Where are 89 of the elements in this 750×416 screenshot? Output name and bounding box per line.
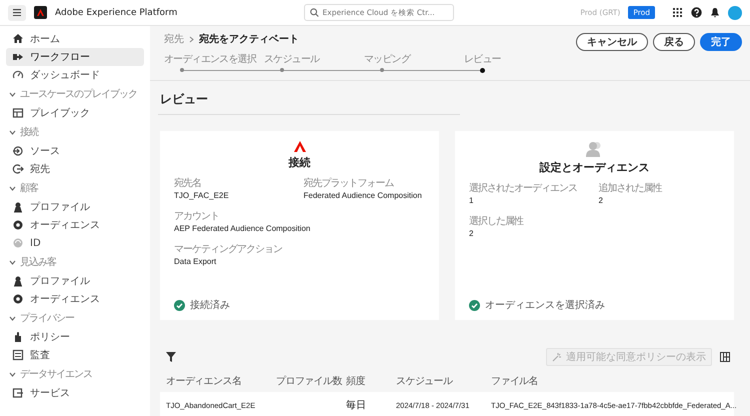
nav-item[interactable]: プロファイル: [6, 272, 144, 290]
chevron-icon: [9, 128, 16, 136]
nav-icon: [12, 331, 24, 343]
column-header[interactable]: ファイル名: [485, 374, 734, 392]
nav-item[interactable]: ホーム: [6, 30, 144, 48]
product-name: Adobe Experience Platform: [55, 8, 178, 18]
chevron-icon: [9, 90, 16, 98]
status-text: オーディエンスを選択済み: [485, 298, 605, 312]
nav-icon: [12, 387, 24, 399]
nav-icon: [12, 33, 24, 45]
field-label: 選択した属性: [469, 214, 524, 228]
nav-icon: [12, 349, 24, 361]
field-label: 追加された属性: [598, 182, 663, 195]
step-label: オーディエンスを選択: [164, 53, 256, 66]
wand-icon: [552, 352, 562, 362]
nav-item[interactable]: プロファイル: [6, 198, 144, 216]
nav-section-header[interactable]: 見込み客: [6, 252, 144, 272]
nav-icon: [12, 293, 24, 305]
search-icon: [310, 8, 319, 17]
column-header[interactable]: スケジュール: [390, 374, 485, 392]
filter-icon[interactable]: [166, 352, 176, 362]
nav-item[interactable]: オーディエンス: [6, 290, 144, 308]
help-icon[interactable]: [690, 7, 702, 18]
check-circle-icon: [469, 300, 480, 310]
nav-item[interactable]: ワークフロー: [6, 48, 144, 66]
users-icon: [586, 141, 604, 157]
nav-section-header[interactable]: 接続: [6, 122, 144, 142]
nav-item[interactable]: ダッシュボード: [6, 66, 144, 84]
section-heading: レビュー: [158, 91, 460, 115]
field-value: Data Export: [174, 257, 218, 266]
step-label: レビュー: [464, 53, 501, 66]
nav-icon: [12, 237, 24, 249]
nav-icon: [12, 201, 24, 213]
menu-button[interactable]: [8, 4, 26, 20]
nav-section-header[interactable]: 顧客: [6, 178, 144, 198]
field-label: 宛先名: [174, 176, 202, 190]
apps-grid-icon[interactable]: [672, 8, 683, 18]
table-cell: 毎日: [340, 392, 390, 416]
nav-item[interactable]: 宛先: [6, 160, 144, 178]
field-value: 2: [469, 229, 474, 238]
nav-icon: [12, 51, 24, 63]
nav-item[interactable]: 監査: [6, 346, 144, 364]
field-value: AEP Federated Audience Composition: [174, 224, 312, 233]
chevron-icon: [9, 370, 16, 378]
column-header[interactable]: プロファイル数: [270, 374, 340, 392]
field-label: アカウント: [174, 210, 220, 223]
chevron-icon: [9, 258, 16, 266]
field-value: 1: [469, 196, 474, 205]
nav-item[interactable]: プレイブック: [6, 104, 144, 122]
field-value: Federated Audience Composition: [304, 191, 423, 200]
nav-section-header[interactable]: ユースケースのプレイブック: [6, 84, 144, 104]
nav-item[interactable]: オーディエンス: [6, 216, 144, 234]
adobe-logo-icon: [34, 6, 47, 19]
nav-section-header[interactable]: プライバシー: [6, 308, 144, 328]
wizard-button[interactable]: 戻る: [653, 33, 695, 51]
nav-item[interactable]: ID: [6, 234, 144, 252]
adobe-logo-icon: [294, 141, 306, 152]
field-label: 宛先プラットフォーム: [304, 176, 395, 190]
nav-section-header[interactable]: データサイエンス: [6, 364, 144, 384]
field-value: 2: [598, 196, 604, 205]
nav-icon: [12, 107, 24, 119]
check-circle-icon: [174, 300, 185, 310]
card-title: 設定とオーディエンス: [540, 160, 650, 175]
field-value: TJO_FAC_E2E: [174, 191, 230, 200]
wizard-button[interactable]: キャンセル: [576, 33, 648, 51]
nav-icon: [12, 275, 24, 287]
field-label: 選択されたオーディエンス: [469, 182, 578, 195]
card-title: 接続: [288, 155, 310, 170]
status-text: 接続済み: [190, 298, 230, 312]
chevron-icon: [9, 314, 16, 322]
menu-icon: [13, 9, 21, 16]
step-label: スケジュール: [264, 53, 320, 66]
step-label: マッピング: [364, 53, 410, 66]
finish-button[interactable]: 完了: [700, 33, 742, 51]
columns-icon[interactable]: [720, 352, 730, 362]
column-header[interactable]: オーディエンス名: [160, 374, 270, 392]
page-title: 宛先をアクティベート: [199, 32, 299, 46]
nav-icon: [12, 219, 24, 231]
nav-icon: [12, 163, 24, 175]
nav-item[interactable]: ポリシー: [6, 328, 144, 346]
field-label: マーケティングアクション: [174, 243, 283, 256]
nav-item[interactable]: サービス: [6, 384, 144, 402]
bell-icon[interactable]: [710, 7, 720, 18]
avatar-icon[interactable]: [728, 6, 742, 20]
nav-icon: [12, 69, 24, 81]
chevron-icon: [9, 184, 16, 192]
nav-item[interactable]: ソース: [6, 142, 144, 160]
chevron-right-icon: [189, 36, 194, 42]
nav-icon: [12, 145, 24, 157]
